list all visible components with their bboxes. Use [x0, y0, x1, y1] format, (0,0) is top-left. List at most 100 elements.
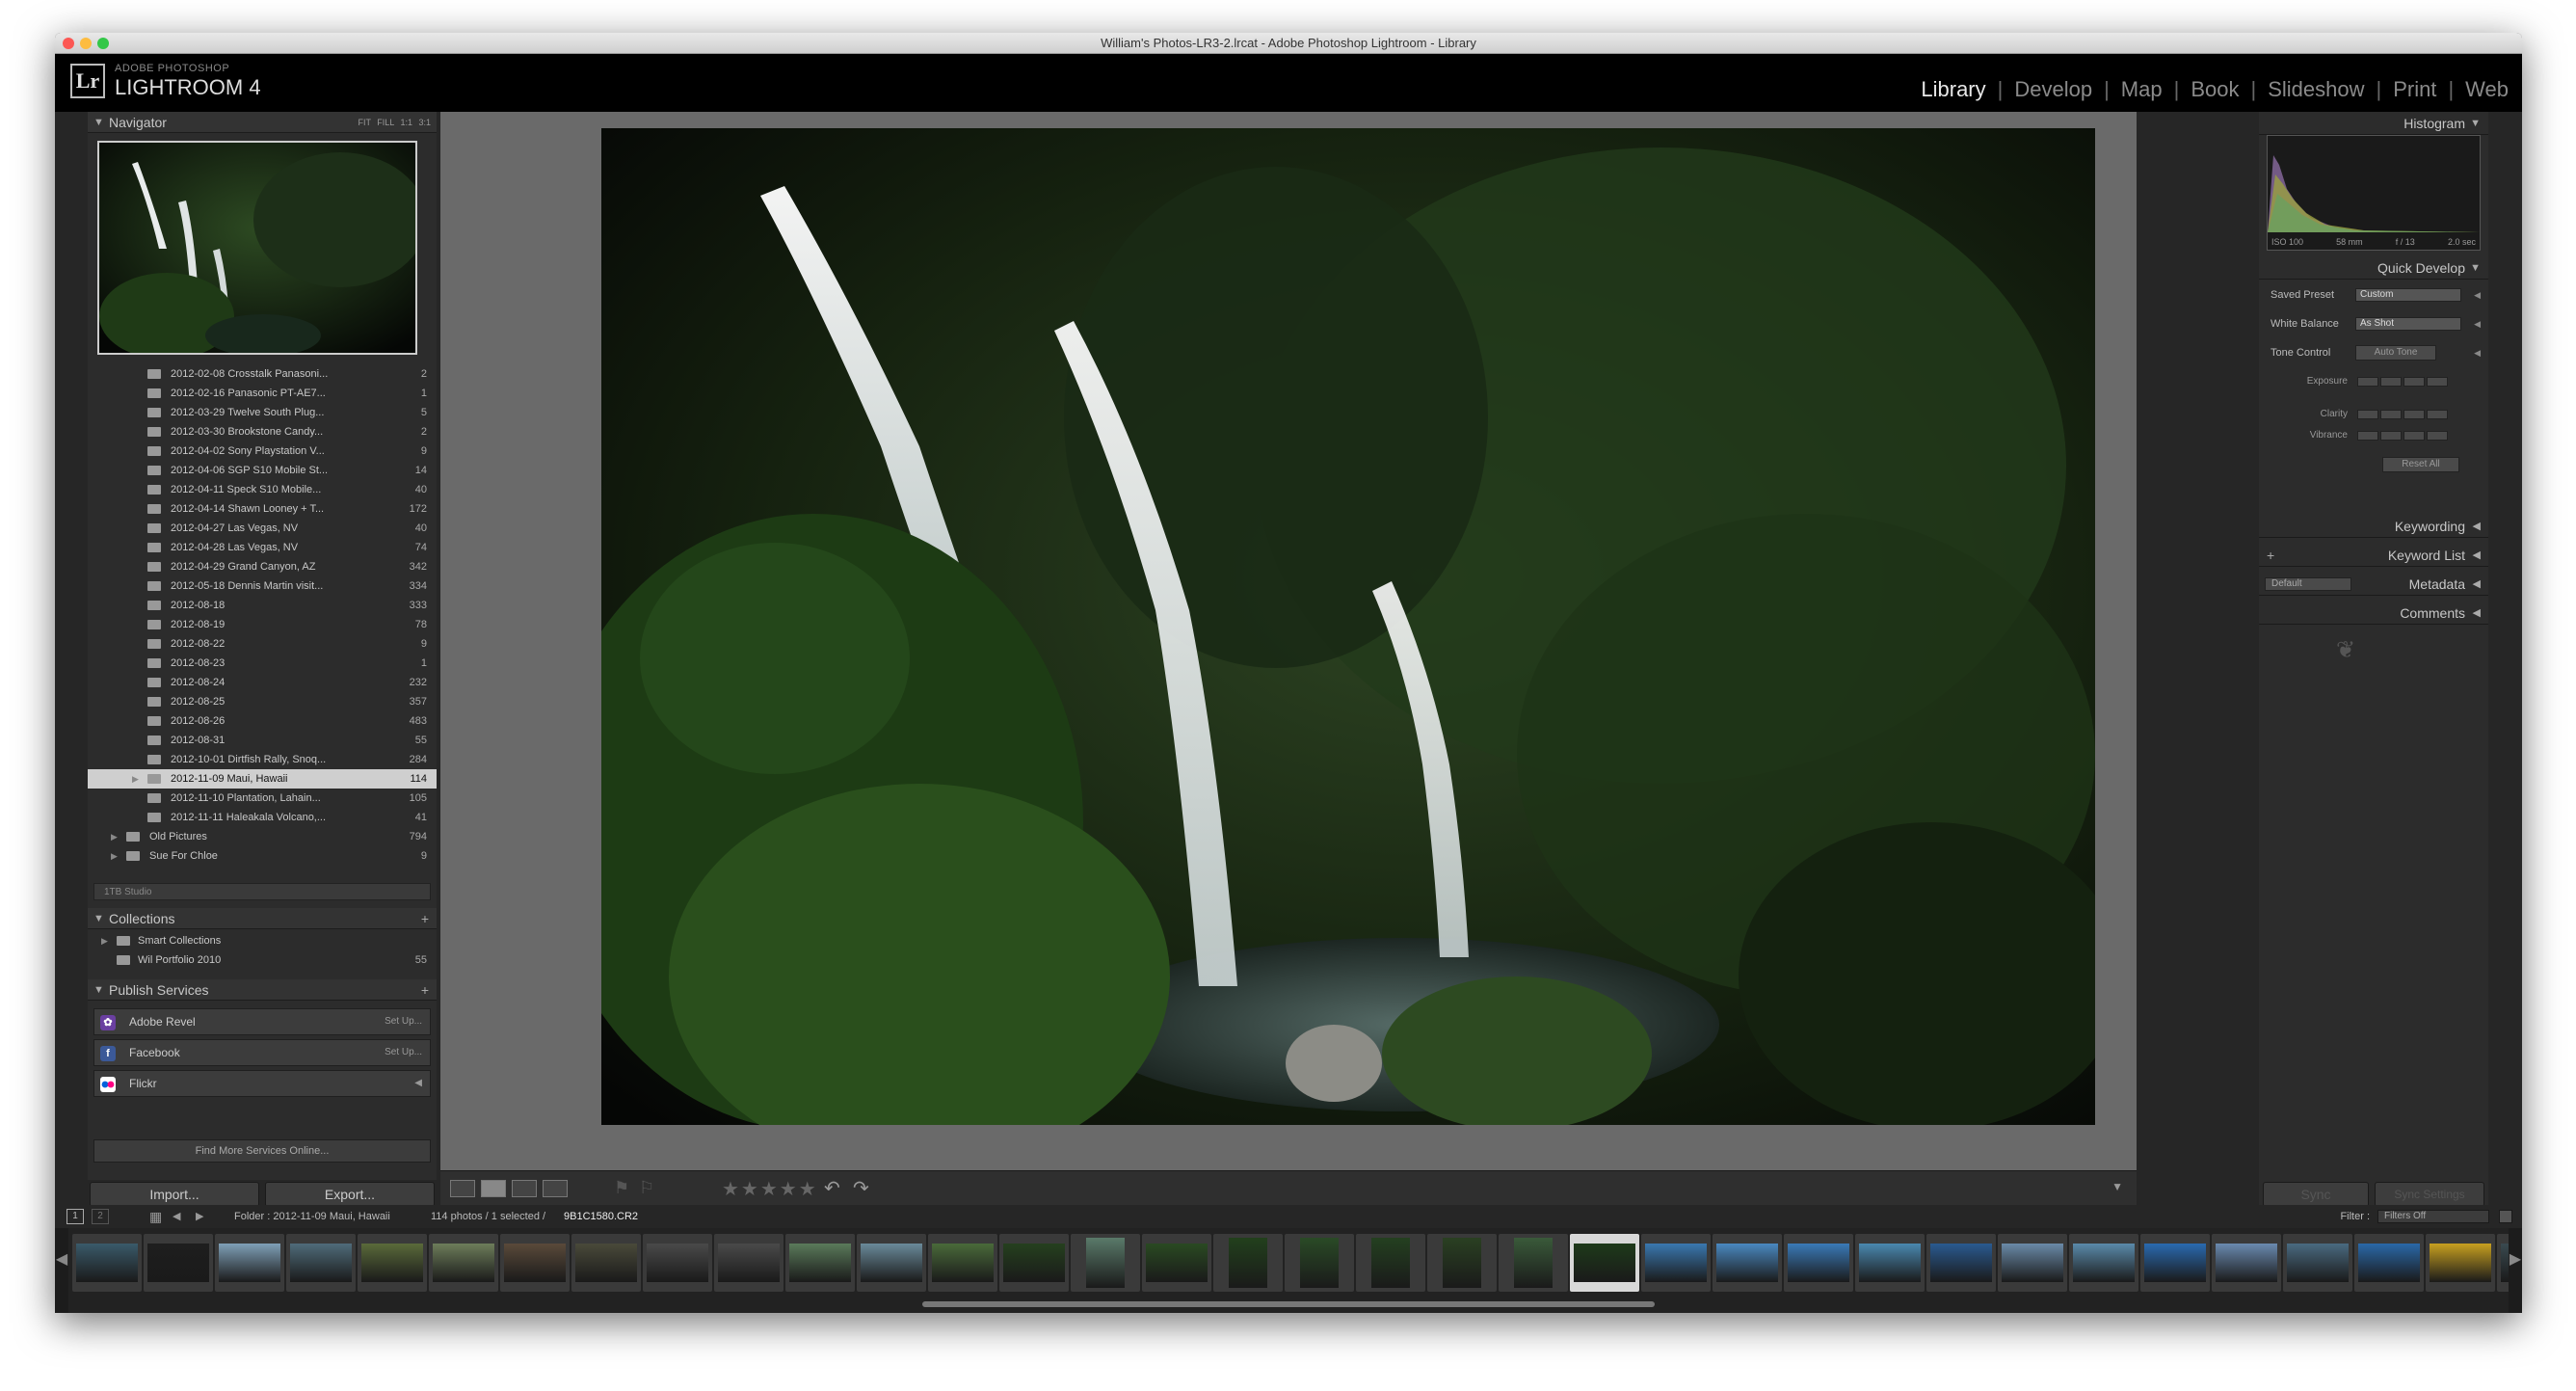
window-1-button[interactable]: 1: [66, 1209, 84, 1224]
folder-row[interactable]: ▶ Sue For Chloe 9: [88, 846, 437, 866]
metadata-header[interactable]: Default Metadata ◀: [2259, 573, 2488, 596]
flag-icon[interactable]: ⚑: [614, 1178, 629, 1198]
folder-row[interactable]: ▶ 2012-11-09 Maui, Hawaii 114: [88, 769, 437, 789]
service-adobe-revel[interactable]: ✿ Adobe Revel Set Up...: [93, 1008, 431, 1035]
filmstrip-thumbnail[interactable]: [1641, 1234, 1711, 1292]
filmstrip-thumbnail[interactable]: [571, 1234, 641, 1292]
add-publish-service-icon[interactable]: +: [421, 979, 429, 1001]
filmstrip-thumbnail[interactable]: [1998, 1234, 2067, 1292]
filmstrip-thumbnail[interactable]: [1142, 1234, 1211, 1292]
filmstrip-thumbnail[interactable]: [2140, 1234, 2210, 1292]
keyword-list-header[interactable]: + Keyword List ◀: [2259, 544, 2488, 567]
folder-source-label[interactable]: Folder : 2012-11-09 Maui, Hawaii: [234, 1205, 390, 1228]
service-flickr[interactable]: Flickr ◀: [93, 1070, 431, 1097]
add-collection-icon[interactable]: +: [421, 908, 429, 929]
filmstrip-thumbnail[interactable]: [643, 1234, 712, 1292]
filmstrip-scrollbar[interactable]: [922, 1301, 1655, 1307]
rotate-right-icon[interactable]: ↷: [853, 1176, 869, 1200]
folder-row[interactable]: 2012-08-31 55: [88, 731, 437, 750]
vibrance-up-big-button[interactable]: [2427, 431, 2448, 441]
export-button[interactable]: Export...: [265, 1182, 435, 1207]
grid-icon[interactable]: ▦: [149, 1205, 162, 1228]
close-window-button[interactable]: [63, 38, 74, 49]
clarity-up-button[interactable]: [2403, 410, 2425, 419]
filmstrip-thumbnail-selected[interactable]: [1570, 1234, 1639, 1292]
add-keyword-icon[interactable]: +: [2267, 544, 2274, 567]
filmstrip-thumbnail[interactable]: [2069, 1234, 2138, 1292]
selected-filename[interactable]: 9B1C1580.CR2: [564, 1205, 638, 1228]
folder-row[interactable]: 2012-04-29 Grand Canyon, AZ 342: [88, 557, 437, 576]
module-map[interactable]: Map: [2121, 77, 2163, 102]
folder-row[interactable]: 2012-08-18 333: [88, 596, 437, 615]
filmstrip-thumbnail[interactable]: [2212, 1234, 2281, 1292]
folder-row[interactable]: 2012-08-26 483: [88, 711, 437, 731]
expand-triangle-icon[interactable]: ▶: [101, 931, 108, 950]
import-button[interactable]: Import...: [90, 1182, 259, 1207]
navigator-preview[interactable]: [97, 141, 417, 355]
folder-row[interactable]: 2012-08-24 232: [88, 673, 437, 692]
auto-tone-button[interactable]: Auto Tone: [2355, 345, 2436, 361]
folder-row[interactable]: 2012-04-02 Sony Playstation V... 9: [88, 441, 437, 461]
white-balance-select[interactable]: As Shot: [2355, 317, 2461, 331]
expand-triangle-icon[interactable]: ▶: [132, 769, 139, 789]
filmstrip-thumbnail[interactable]: [286, 1234, 356, 1292]
collections-header[interactable]: ▼ Collections +: [88, 908, 437, 929]
clarity-down-big-button[interactable]: [2357, 410, 2378, 419]
filmstrip-thumbnail[interactable]: [1713, 1234, 1782, 1292]
filmstrip-thumbnail[interactable]: [1427, 1234, 1497, 1292]
sync-settings-button[interactable]: Sync Settings: [2375, 1182, 2484, 1207]
expand-triangle-icon[interactable]: ▶: [111, 846, 118, 866]
folder-row[interactable]: 2012-08-19 78: [88, 615, 437, 634]
folder-row[interactable]: 2012-11-10 Plantation, Lahain... 105: [88, 789, 437, 808]
back-arrow-icon[interactable]: ◀: [173, 1205, 180, 1228]
forward-arrow-icon[interactable]: ▶: [196, 1205, 203, 1228]
filmstrip-thumbnail[interactable]: [215, 1234, 284, 1292]
reset-all-button[interactable]: Reset All: [2382, 457, 2459, 472]
filmstrip-thumbnail[interactable]: [928, 1234, 997, 1292]
module-develop[interactable]: Develop: [2014, 77, 2092, 102]
filter-select[interactable]: Filters Off: [2377, 1210, 2489, 1223]
filmstrip-thumbnail[interactable]: [2283, 1234, 2352, 1292]
filmstrip-thumbnail[interactable]: [999, 1234, 1069, 1292]
find-more-services-button[interactable]: Find More Services Online...: [93, 1139, 431, 1163]
publish-services-header[interactable]: ▼ Publish Services +: [88, 979, 437, 1001]
filmstrip-right-arrow-icon[interactable]: ▶: [2509, 1228, 2522, 1313]
exposure-up-big-button[interactable]: [2427, 377, 2448, 387]
folder-row[interactable]: ▶ Old Pictures 794: [88, 827, 437, 846]
filmstrip-thumbnail[interactable]: [2426, 1234, 2495, 1292]
filmstrip-thumbnail[interactable]: [785, 1234, 855, 1292]
folder-row[interactable]: 2012-05-18 Dennis Martin visit... 334: [88, 576, 437, 596]
rotate-left-icon[interactable]: ↶: [824, 1176, 840, 1200]
module-slideshow[interactable]: Slideshow: [2268, 77, 2364, 102]
module-book[interactable]: Book: [2191, 77, 2239, 102]
main-photo[interactable]: [601, 128, 2095, 1125]
folder-row[interactable]: 2012-03-29 Twelve South Plug... 5: [88, 403, 437, 422]
expand-triangle-icon[interactable]: ◀: [2474, 312, 2481, 335]
star-rating[interactable]: ★★★★★: [722, 1177, 818, 1201]
folder-row[interactable]: 2012-02-08 Crosstalk Panasoni... 2: [88, 364, 437, 384]
module-web[interactable]: Web: [2465, 77, 2509, 102]
folder-row[interactable]: 2012-08-25 357: [88, 692, 437, 711]
filmstrip-thumbnail[interactable]: [500, 1234, 570, 1292]
filmstrip-thumbnail[interactable]: [1356, 1234, 1425, 1292]
clarity-up-big-button[interactable]: [2427, 410, 2448, 419]
service-setup-link[interactable]: Set Up...: [385, 1009, 422, 1034]
vibrance-down-button[interactable]: [2380, 431, 2402, 441]
folder-row[interactable]: 2012-03-30 Brookstone Candy... 2: [88, 422, 437, 441]
grid-view-icon[interactable]: [450, 1180, 475, 1197]
service-facebook[interactable]: f Facebook Set Up...: [93, 1039, 431, 1066]
folder-row[interactable]: 2012-04-28 Las Vegas, NV 74: [88, 538, 437, 557]
vibrance-down-big-button[interactable]: [2357, 431, 2378, 441]
folder-row[interactable]: 2012-04-27 Las Vegas, NV 40: [88, 519, 437, 538]
module-print[interactable]: Print: [2393, 77, 2436, 102]
filmstrip-thumbnail[interactable]: [429, 1234, 498, 1292]
loupe-view-icon[interactable]: [481, 1180, 506, 1197]
window-2-button[interactable]: 2: [92, 1209, 109, 1224]
service-setup-link[interactable]: Set Up...: [385, 1040, 422, 1065]
filmstrip-thumbnail[interactable]: [1213, 1234, 1283, 1292]
folder-row[interactable]: 2012-04-14 Shawn Looney + T... 172: [88, 499, 437, 519]
filmstrip-thumbnail[interactable]: [1071, 1234, 1140, 1292]
filmstrip-thumbnail[interactable]: [2354, 1234, 2424, 1292]
exposure-down-button[interactable]: [2380, 377, 2402, 387]
folder-row[interactable]: 2012-11-11 Haleakala Volcano,... 41: [88, 808, 437, 827]
